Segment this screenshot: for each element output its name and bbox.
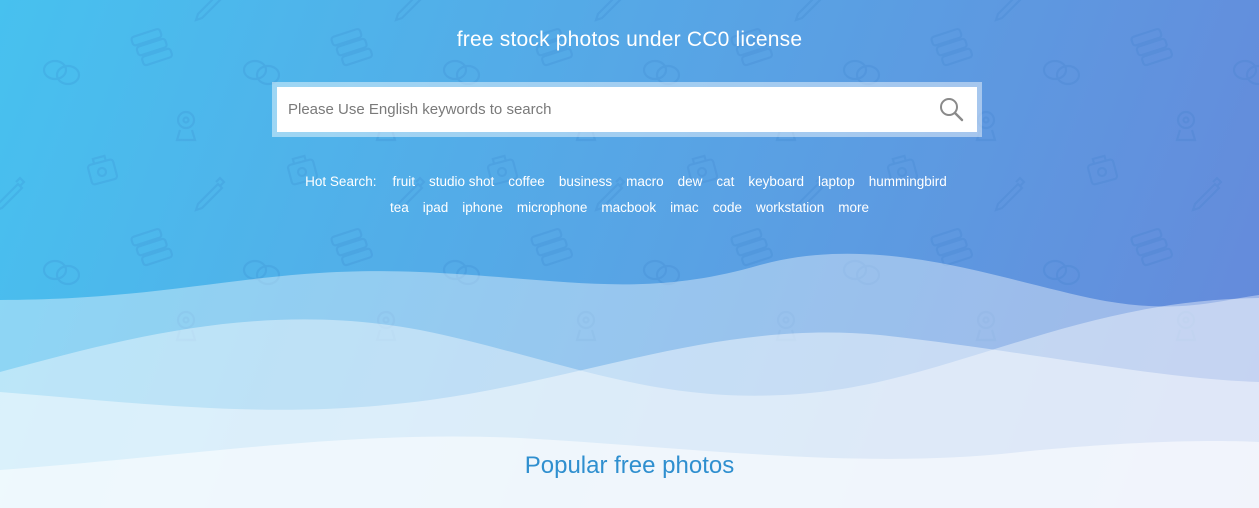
search-icon (940, 98, 964, 122)
hot-tag[interactable]: coffee (508, 174, 545, 189)
hot-tag[interactable]: fruit (392, 174, 415, 189)
search-input[interactable] (277, 87, 917, 132)
hot-tag[interactable]: iphone (462, 200, 503, 215)
search-bar (272, 82, 982, 137)
hot-search-row-2: tea ipad iphone microphone macbook imac code wo… (0, 195, 1259, 221)
hot-search-row-1: Hot Search: fruit studio shot coffee busines… (0, 169, 1259, 195)
hot-tag[interactable]: business (559, 174, 612, 189)
search-button[interactable] (937, 95, 967, 125)
hot-tag[interactable]: laptop (818, 174, 855, 189)
hot-tag[interactable]: cat (716, 174, 734, 189)
hot-tag[interactable]: microphone (517, 200, 588, 215)
hot-tag[interactable]: macro (626, 174, 664, 189)
hot-tag[interactable]: macbook (601, 200, 656, 215)
search-inner (277, 87, 977, 132)
hot-tag[interactable]: workstation (756, 200, 824, 215)
section-title-popular: Popular free photos (524, 452, 735, 479)
hot-tag[interactable]: keyboard (748, 174, 804, 189)
hot-tag[interactable]: studio shot (429, 174, 494, 189)
hot-tag[interactable]: hummingbird (869, 174, 947, 189)
site-tagline: free stock photos under CC0 license (456, 28, 803, 51)
hot-tag[interactable]: dew (678, 174, 703, 189)
hot-search: Hot Search: fruit studio shot coffee busines… (0, 169, 1259, 221)
wave-background (0, 253, 1259, 508)
hot-tag[interactable]: imac (670, 200, 699, 215)
more-link[interactable]: more (838, 200, 869, 215)
hot-tag[interactable]: ipad (423, 200, 449, 215)
hot-search-label: Hot Search: (305, 174, 377, 189)
hero-banner: free stock photos under CC0 license Hot … (0, 0, 1259, 508)
hot-tag[interactable]: code (713, 200, 742, 215)
hot-tag[interactable]: tea (390, 200, 409, 215)
